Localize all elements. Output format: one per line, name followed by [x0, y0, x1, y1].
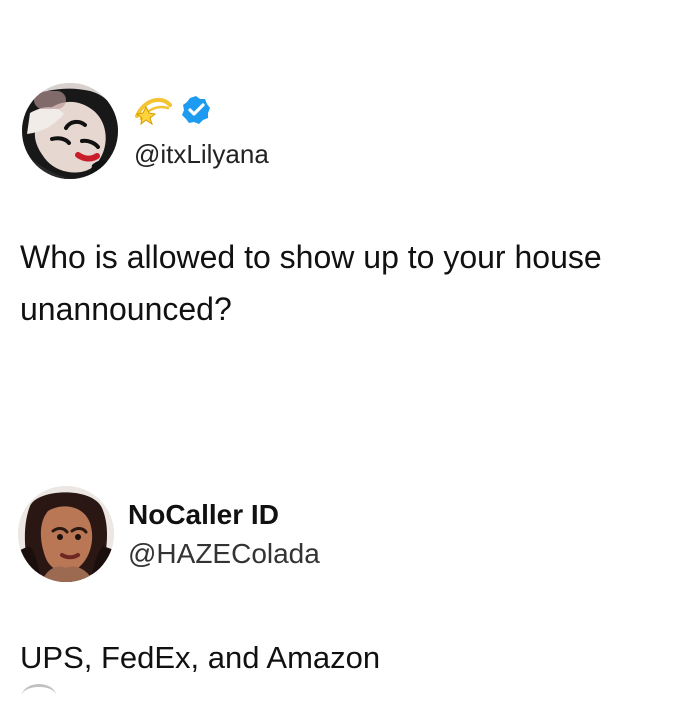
user-handle[interactable]: @HAZEColada	[128, 537, 320, 571]
dizzy-star-emoji-icon	[134, 95, 172, 125]
reply-text: UPS, FedEx, and Amazon	[20, 640, 381, 675]
user-avatar[interactable]	[18, 486, 114, 582]
user-avatar[interactable]	[22, 83, 118, 179]
user-handle[interactable]: @itxLilyana	[134, 139, 269, 169]
display-name[interactable]: NoCaller ID	[128, 498, 279, 532]
partially-visible-avatar	[22, 684, 56, 707]
user-badges	[134, 92, 212, 128]
tweet-text: Who is allowed to show up to your house …	[20, 239, 602, 327]
verified-badge-icon	[180, 94, 212, 126]
